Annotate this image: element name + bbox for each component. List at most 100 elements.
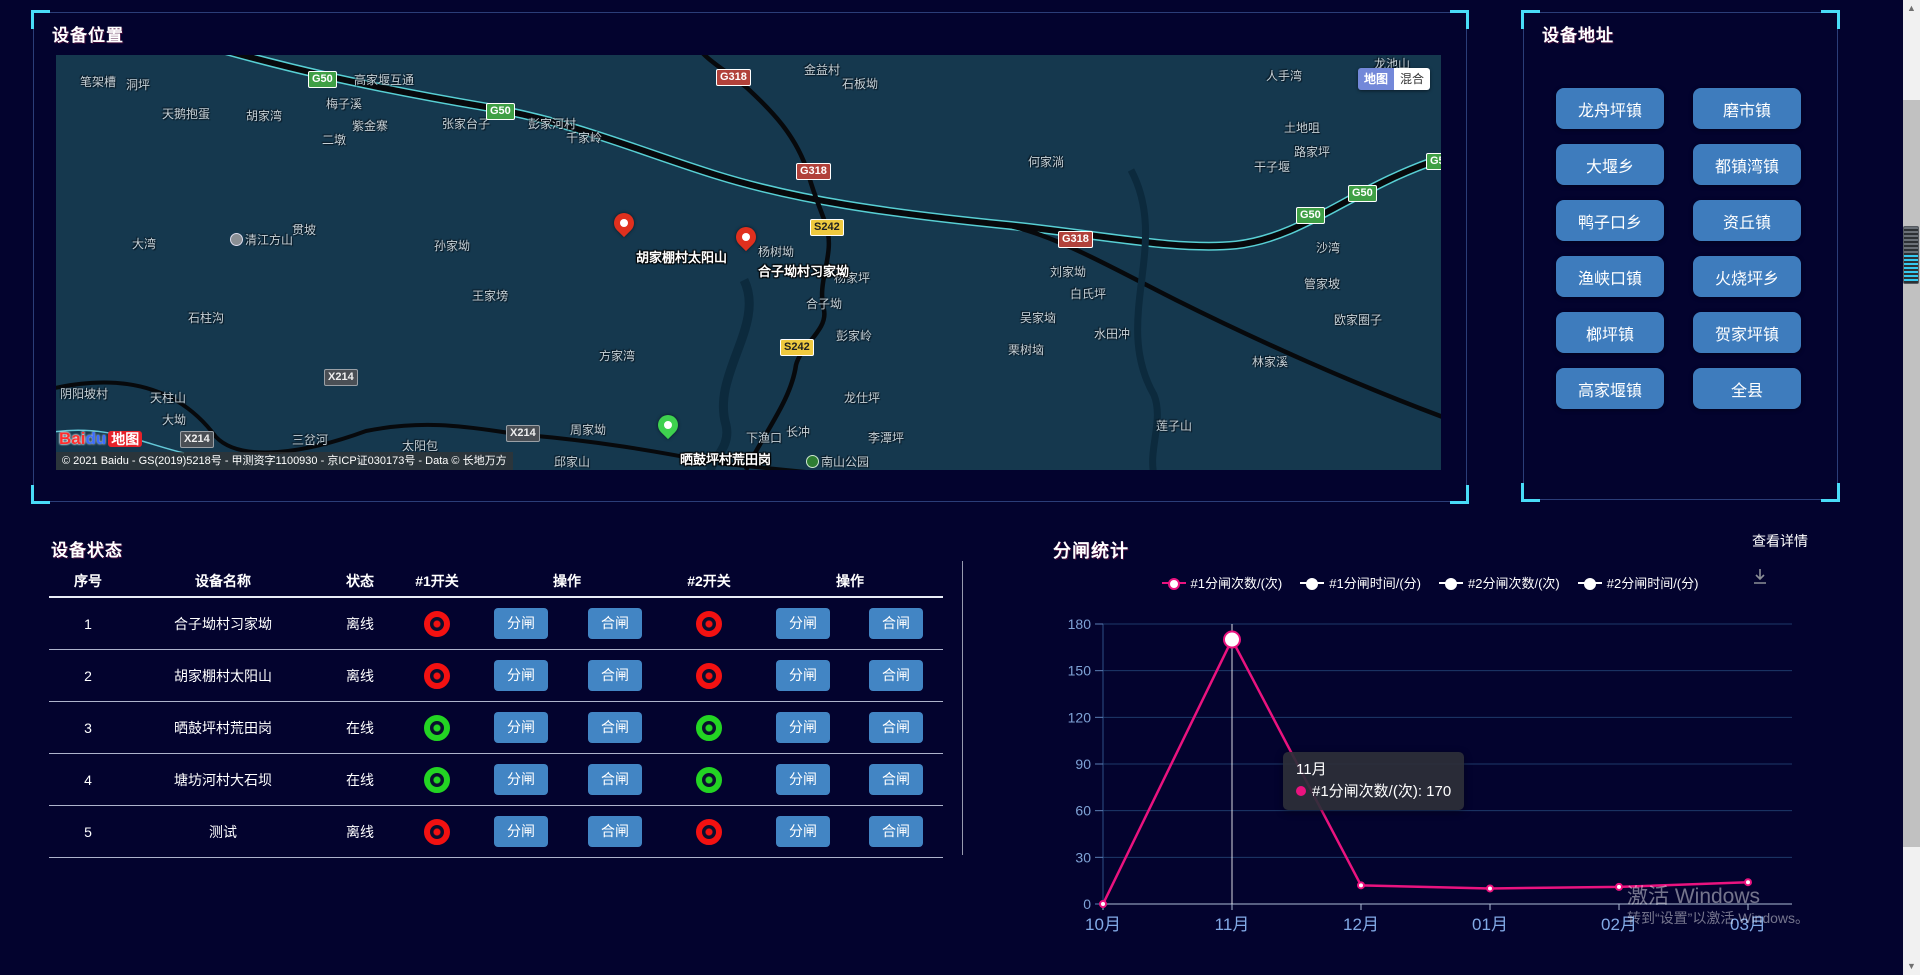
baidu-logo-bai: Bai	[59, 429, 85, 448]
close-switch1-button[interactable]: 合闸	[588, 764, 642, 795]
address-button[interactable]: 龙舟坪镇	[1556, 88, 1664, 129]
open-switch1-button[interactable]: 分闸	[494, 816, 548, 847]
scenic-icon	[230, 233, 243, 246]
address-button[interactable]: 榔坪镇	[1556, 312, 1664, 353]
device-name: 塘坊河村大石坝	[127, 770, 319, 790]
open-switch1-button[interactable]: 分闸	[494, 660, 548, 691]
view-details-link[interactable]: 查看详情	[1752, 531, 1808, 551]
open-switch2-button[interactable]: 分闸	[776, 764, 830, 795]
road-shield: S242	[810, 219, 844, 236]
switch2-on-indicator	[696, 715, 722, 741]
section-title-device-status: 设备状态	[51, 536, 123, 561]
map-pin-label: 晒鼓坪村荒田岗	[680, 449, 771, 468]
close-switch2-button[interactable]: 合闸	[869, 608, 923, 639]
address-button[interactable]: 资丘镇	[1693, 200, 1801, 241]
windows-activation-watermark-sub: 转到“设置”以激活 Windows。	[1627, 908, 1809, 928]
map-pin-label: 合子坳村习家坳	[758, 261, 849, 280]
switch2-off-indicator	[696, 663, 722, 689]
table-row: 1合子坳村习家坳离线分闸合闸分闸合闸	[49, 598, 943, 650]
legend-item[interactable]: #1分闸时间/(分)	[1300, 573, 1421, 592]
close-switch1-button[interactable]: 合闸	[588, 608, 642, 639]
row-number: 3	[49, 720, 127, 736]
address-button[interactable]: 火烧坪乡	[1693, 256, 1801, 297]
address-button[interactable]: 鸭子口乡	[1556, 200, 1664, 241]
scrollbar-thumb[interactable]	[1903, 100, 1920, 847]
switch1-on-indicator	[424, 715, 450, 741]
scroll-minimap-widget[interactable]	[1903, 226, 1919, 284]
baidu-logo-box: 地图	[108, 431, 142, 447]
open-switch2-button[interactable]: 分闸	[776, 660, 830, 691]
legend-item[interactable]: #1分闸次数/(次)	[1162, 573, 1283, 592]
map-pin-label: 胡家棚村太阳山	[636, 247, 727, 266]
road-shield: X214	[324, 369, 358, 386]
status-text: 在线	[319, 770, 401, 790]
row-number: 1	[49, 616, 127, 632]
close-switch2-button[interactable]: 合闸	[869, 712, 923, 743]
close-switch1-button[interactable]: 合闸	[588, 660, 642, 691]
map-copyright: © 2021 Baidu - GS(2019)5218号 - 甲测资字11009…	[56, 452, 513, 470]
row-number: 2	[49, 668, 127, 684]
address-button[interactable]: 高家堰镇	[1556, 368, 1664, 409]
map-mode-button[interactable]: 地图	[1358, 68, 1394, 90]
baidu-map[interactable]: 笔架槽洞坪天鹅抱蛋胡家湾高家堰互通梅子溪紫金寨二墩张家台子彭家河村千家岭金益村石…	[56, 55, 1441, 470]
river	[710, 280, 749, 470]
close-switch2-button[interactable]: 合闸	[869, 816, 923, 847]
close-switch2-button[interactable]: 合闸	[869, 764, 923, 795]
scrollbar-up-arrow-icon[interactable]: ▲	[1903, 0, 1920, 17]
map-label: 李潭坪	[868, 429, 904, 446]
close-switch1-button[interactable]: 合闸	[588, 816, 642, 847]
open-switch2-button[interactable]: 分闸	[776, 816, 830, 847]
map-label: 白氏坪	[1070, 285, 1106, 302]
legend-marker-icon	[1300, 577, 1324, 589]
open-switch1-button[interactable]: 分闸	[494, 608, 548, 639]
address-button[interactable]: 都镇湾镇	[1693, 144, 1801, 185]
map-label: 紫金寨	[352, 117, 388, 134]
map-label: 三岔河	[292, 431, 328, 448]
legend-marker-icon	[1578, 577, 1602, 589]
device-address-panel: 设备地址 龙舟坪镇磨市镇大堰乡都镇湾镇鸭子口乡资丘镇渔峡口镇火烧坪乡榔坪镇贺家坪…	[1523, 12, 1838, 500]
legend-item[interactable]: #2分闸时间/(分)	[1578, 573, 1699, 592]
address-button[interactable]: 磨市镇	[1693, 88, 1801, 129]
map-label: 吴家垴	[1020, 309, 1056, 326]
map-label: 欧家圈子	[1334, 311, 1382, 328]
panel-title-device-address: 设备地址	[1542, 21, 1614, 46]
open-switch1-button[interactable]: 分闸	[494, 764, 548, 795]
map-label: 栗树垴	[1008, 341, 1044, 358]
close-switch1-button[interactable]: 合闸	[588, 712, 642, 743]
vertical-scrollbar[interactable]: ▲ ▼	[1903, 0, 1920, 975]
svg-text:30: 30	[1075, 849, 1091, 865]
tooltip-title: 11月	[1296, 759, 1451, 781]
address-button[interactable]: 全县	[1693, 368, 1801, 409]
open-switch2-button[interactable]: 分闸	[776, 712, 830, 743]
legend-label: #1分闸次数/(次)	[1191, 573, 1283, 592]
map-label: 方家湾	[599, 347, 635, 364]
hybrid-mode-button[interactable]: 混合	[1394, 68, 1430, 90]
section-title-trip-stats: 分闸统计	[1053, 537, 1129, 563]
trip-statistics-section: 分闸统计 查看详情 #1分闸次数/(次) #1分闸时间/(分) #2分闸次数/(次)…	[1030, 527, 1830, 967]
column-header: 操作	[473, 568, 661, 594]
address-button[interactable]: 渔峡口镇	[1556, 256, 1664, 297]
section-divider	[962, 561, 963, 855]
svg-text:0: 0	[1083, 896, 1091, 912]
open-switch2-button[interactable]: 分闸	[776, 608, 830, 639]
close-switch2-button[interactable]: 合闸	[869, 660, 923, 691]
scrollbar-down-arrow-icon[interactable]: ▼	[1903, 958, 1920, 975]
corner-decoration	[1450, 485, 1469, 504]
table-row: 3晒鼓坪村荒田岗在线分闸合闸分闸合闸	[49, 702, 943, 754]
table-header: 序号设备名称状态#1开关操作#2开关操作	[49, 568, 943, 594]
legend-marker-icon	[1439, 577, 1463, 589]
switch1-off-indicator	[424, 819, 450, 845]
svg-text:180: 180	[1068, 616, 1092, 632]
open-switch1-button[interactable]: 分闸	[494, 712, 548, 743]
road-shield: G50	[1296, 207, 1325, 224]
map-label: 莲子山	[1156, 417, 1192, 434]
road-shield: S242	[780, 339, 814, 356]
map-label: 天柱山	[150, 389, 186, 406]
legend-item[interactable]: #2分闸次数/(次)	[1439, 573, 1560, 592]
map-label: 水田冲	[1094, 325, 1130, 342]
address-button[interactable]: 大堰乡	[1556, 144, 1664, 185]
address-button[interactable]: 贺家坪镇	[1693, 312, 1801, 353]
corner-decoration	[1521, 10, 1540, 29]
legend-marker-icon	[1162, 577, 1186, 589]
road-shield: G318	[1058, 231, 1093, 248]
